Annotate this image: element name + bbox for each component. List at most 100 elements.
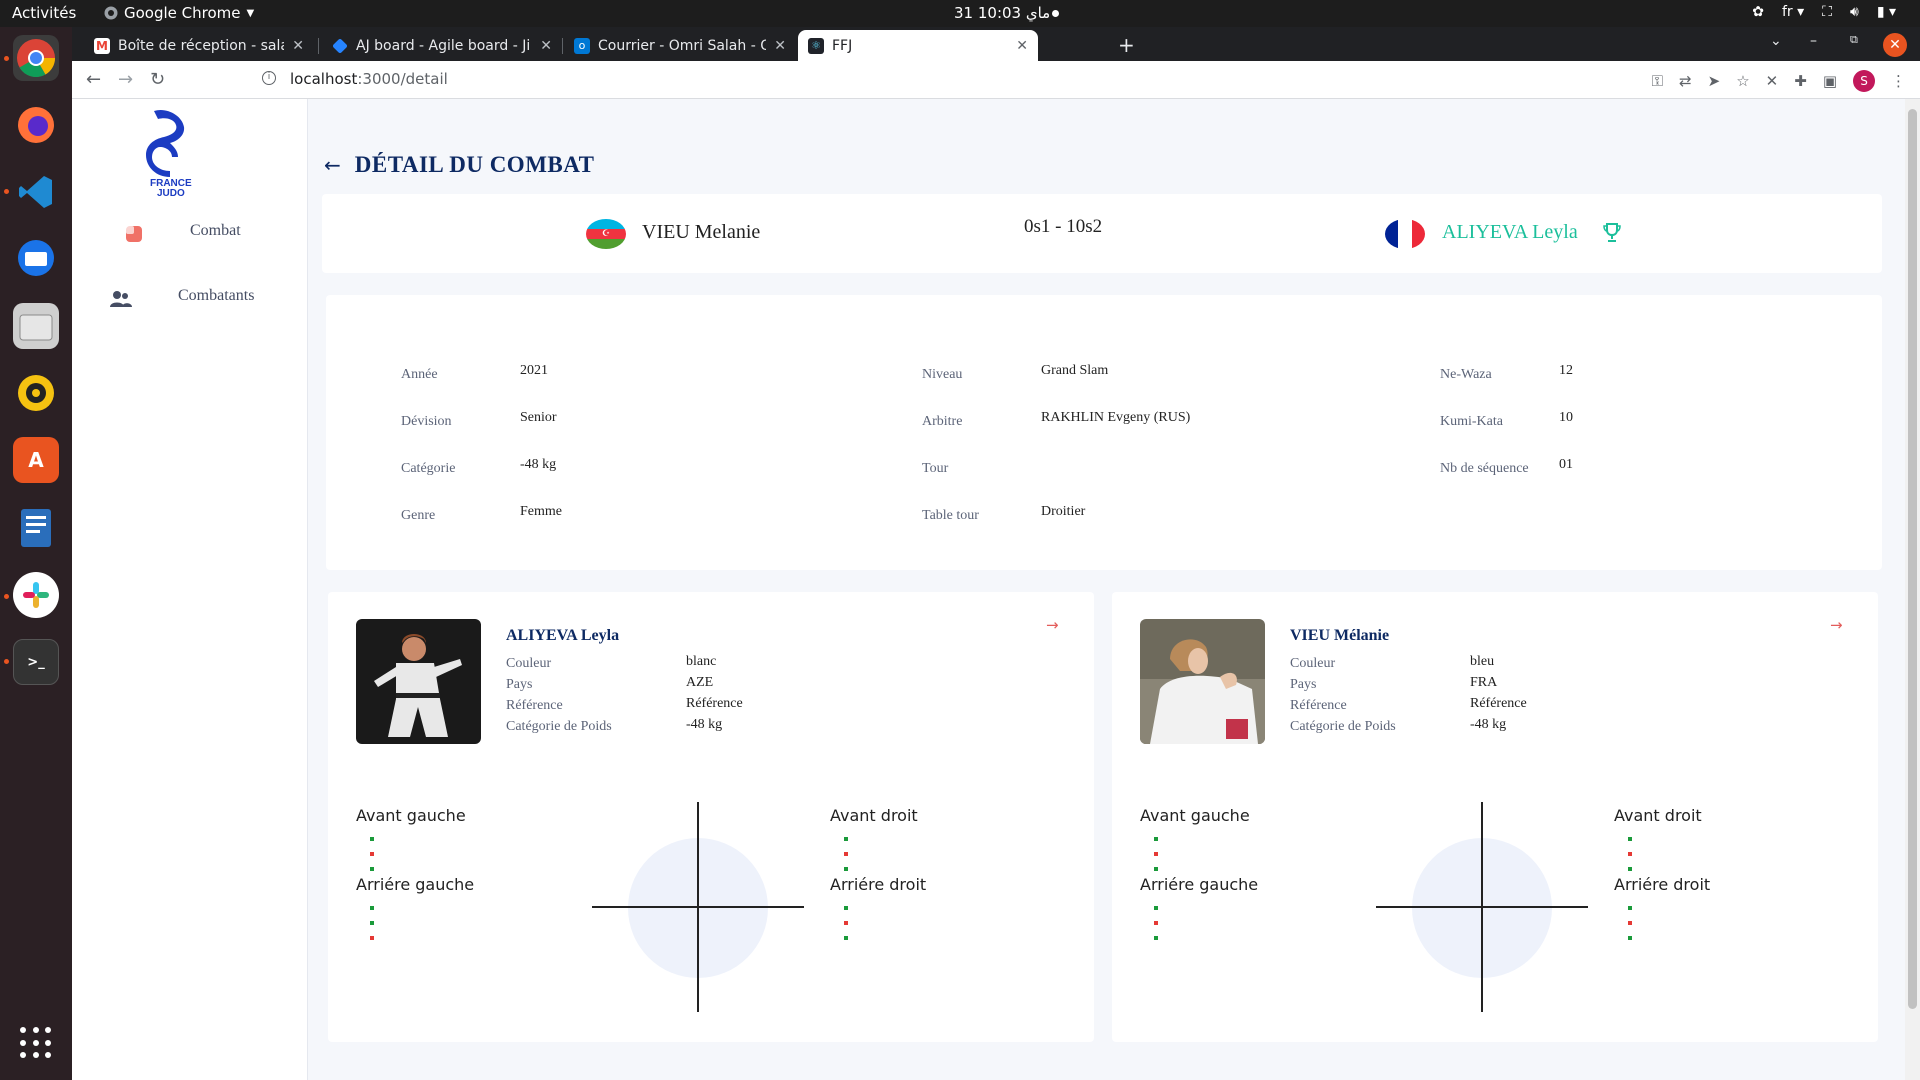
left-fighter-name[interactable]: VIEU Melanie [642, 221, 760, 244]
sidebar-item-combat[interactable]: Combat [72, 212, 308, 252]
ubuntu-dock: A >_ [0, 27, 72, 1080]
new-tab-button[interactable]: + [1118, 33, 1135, 57]
forward-icon[interactable]: → [118, 69, 133, 90]
running-indicator [4, 56, 9, 61]
app-viewport: FRANCE JUDO Combat Combatants ← DÉTAIL DU… [72, 99, 1920, 1080]
info-label: Table tour [922, 508, 979, 523]
key-icon[interactable]: ⚿ [1652, 72, 1663, 90]
scrollbar-thumb[interactable] [1908, 109, 1917, 1009]
info-value: 12 [1559, 363, 1573, 378]
info-label: Genre [401, 508, 436, 523]
send-icon[interactable]: ➤ [1708, 72, 1721, 90]
restore-button[interactable]: ⧉ [1850, 33, 1858, 47]
trophy-icon [1603, 223, 1621, 242]
close-window-button[interactable]: ✕ [1883, 33, 1907, 57]
jira-icon [332, 37, 348, 54]
react-icon: ⚛ [808, 37, 824, 54]
tab-ffj[interactable]: ⚛ FFJ ✕ [798, 30, 1038, 61]
close-tab-icon[interactable]: ✕ [292, 38, 304, 54]
fighter-card: VIEU Mélanie → Couleur bleu Pays FRA Réf… [1112, 592, 1878, 1042]
extension-icon[interactable]: ✕ [1766, 72, 1779, 90]
app-menu[interactable]: Google Chrome ▼ [104, 4, 254, 22]
tab-outlook[interactable]: o Courrier - Omri Salah - Ou ✕ [564, 30, 796, 61]
system-tray[interactable]: ✿ fr ▾ ⛶ 🔊︎ ▮ ▾ [1752, 4, 1896, 20]
back-icon[interactable]: ← [86, 69, 101, 90]
slack-icon[interactable] [13, 572, 59, 618]
tab-strip: M Boîte de réception - salah ✕ AJ board … [72, 27, 1920, 61]
score-card: ☪ VIEU Melanie 0s1 - 10s2 ALIYEVA Leyla [322, 194, 1882, 273]
language-indicator[interactable]: fr ▾ [1782, 4, 1804, 20]
tab-title: FFJ [832, 37, 853, 54]
minimize-button[interactable]: – [1810, 33, 1817, 49]
firefox-icon[interactable] [13, 102, 59, 148]
toolbar-icons: ⚿ ⇄ ➤ ☆ ✕ ✚ ▣ S ⋮ [1652, 70, 1906, 92]
tab-title: AJ board - Agile board - Ji [356, 37, 531, 54]
battery-icon[interactable]: ▮ ▾ [1877, 4, 1896, 20]
volume-icon[interactable]: 🔊︎ [1850, 4, 1859, 20]
running-indicator [4, 189, 9, 194]
info-value: Droitier [1041, 504, 1086, 519]
arrow-right-icon[interactable]: → [1046, 616, 1059, 634]
info-value: 10 [1559, 410, 1573, 425]
sidebar-item-combatants[interactable]: Combatants [72, 277, 308, 317]
gmail-icon: M [94, 37, 110, 54]
info-label: Catégorie [401, 461, 456, 476]
back-right-marks [1628, 906, 1634, 951]
chevron-down-icon: ▼ [246, 7, 255, 19]
arrow-right-icon[interactable]: → [1830, 616, 1843, 634]
fighter-name: ALIYEVA Leyla [506, 627, 620, 644]
fighter-field-label: Couleur [1290, 656, 1336, 671]
show-applications-icon[interactable] [20, 1027, 52, 1059]
close-tab-icon[interactable]: ✕ [1016, 38, 1028, 54]
activities-button[interactable]: Activités [12, 4, 76, 22]
sidebar-item-label: Combatants [178, 287, 255, 304]
menu-kebab-icon[interactable]: ⋮ [1891, 72, 1906, 90]
tab-jira[interactable]: AJ board - Agile board - Ji ✕ [322, 30, 562, 61]
info-value: Senior [520, 410, 557, 425]
info-label: Nb de séquence [1440, 461, 1529, 476]
fighter-field-label: Catégorie de Poids [1290, 719, 1396, 734]
bookmark-star-icon[interactable]: ☆ [1736, 72, 1749, 90]
site-info-icon[interactable]: i [262, 71, 276, 85]
page-scrollbar[interactable] [1905, 99, 1920, 1080]
puzzle-icon[interactable]: ✚ [1794, 72, 1807, 90]
fighter-field-value: Référence [1470, 696, 1527, 711]
writer-icon[interactable] [13, 505, 59, 551]
reload-icon[interactable]: ↻ [150, 69, 165, 90]
terminal-icon[interactable]: >_ [13, 639, 59, 685]
back-arrow-icon[interactable]: ← [324, 153, 341, 177]
chrome-icon[interactable] [13, 35, 59, 81]
thunderbird-icon[interactable] [13, 235, 59, 281]
page-header: ← DÉTAIL DU COMBAT [324, 152, 595, 178]
running-indicator [4, 659, 9, 664]
profile-avatar[interactable]: S [1853, 70, 1875, 92]
info-label: Dévision [401, 414, 452, 429]
position-crosshair [1376, 802, 1588, 1012]
close-tab-icon[interactable]: ✕ [540, 38, 552, 54]
info-label: Ne-Waza [1440, 367, 1492, 382]
close-tab-icon[interactable]: ✕ [774, 38, 786, 54]
tab-gmail[interactable]: M Boîte de réception - salah ✕ [84, 30, 314, 61]
address-bar[interactable]: i localhost:3000/detail [178, 65, 1688, 95]
app-center-icon[interactable]: A [13, 437, 59, 483]
info-label: Année [401, 367, 438, 382]
info-value: Grand Slam [1041, 363, 1109, 378]
fighter-field-label: Pays [1290, 677, 1317, 692]
clock[interactable]: 31 ماي 10:03 [954, 4, 1050, 22]
translate-icon[interactable]: ⇄ [1679, 72, 1692, 90]
right-fighter-name[interactable]: ALIYEVA Leyla [1442, 221, 1578, 244]
quadrant-label-back-left: Arriére gauche [356, 875, 475, 894]
rhythmbox-icon[interactable] [13, 370, 59, 416]
url-text[interactable]: localhost:3000/detail [290, 70, 448, 88]
info-value: RAKHLIN Evgeny (RUS) [1041, 410, 1191, 425]
network-icon[interactable]: ⛶ [1822, 4, 1832, 20]
info-label: Arbitre [922, 414, 963, 429]
info-label: Kumi-Kata [1440, 414, 1503, 429]
fighter-field-label: Catégorie de Poids [506, 719, 612, 734]
app-indicator-icon[interactable]: ✿ [1752, 4, 1764, 20]
fighter-photo [1140, 619, 1265, 744]
files-icon[interactable] [13, 303, 59, 349]
side-panel-icon[interactable]: ▣ [1823, 72, 1837, 90]
vscode-icon[interactable] [13, 169, 59, 215]
tab-search-icon[interactable]: ⌄ [1770, 33, 1782, 49]
